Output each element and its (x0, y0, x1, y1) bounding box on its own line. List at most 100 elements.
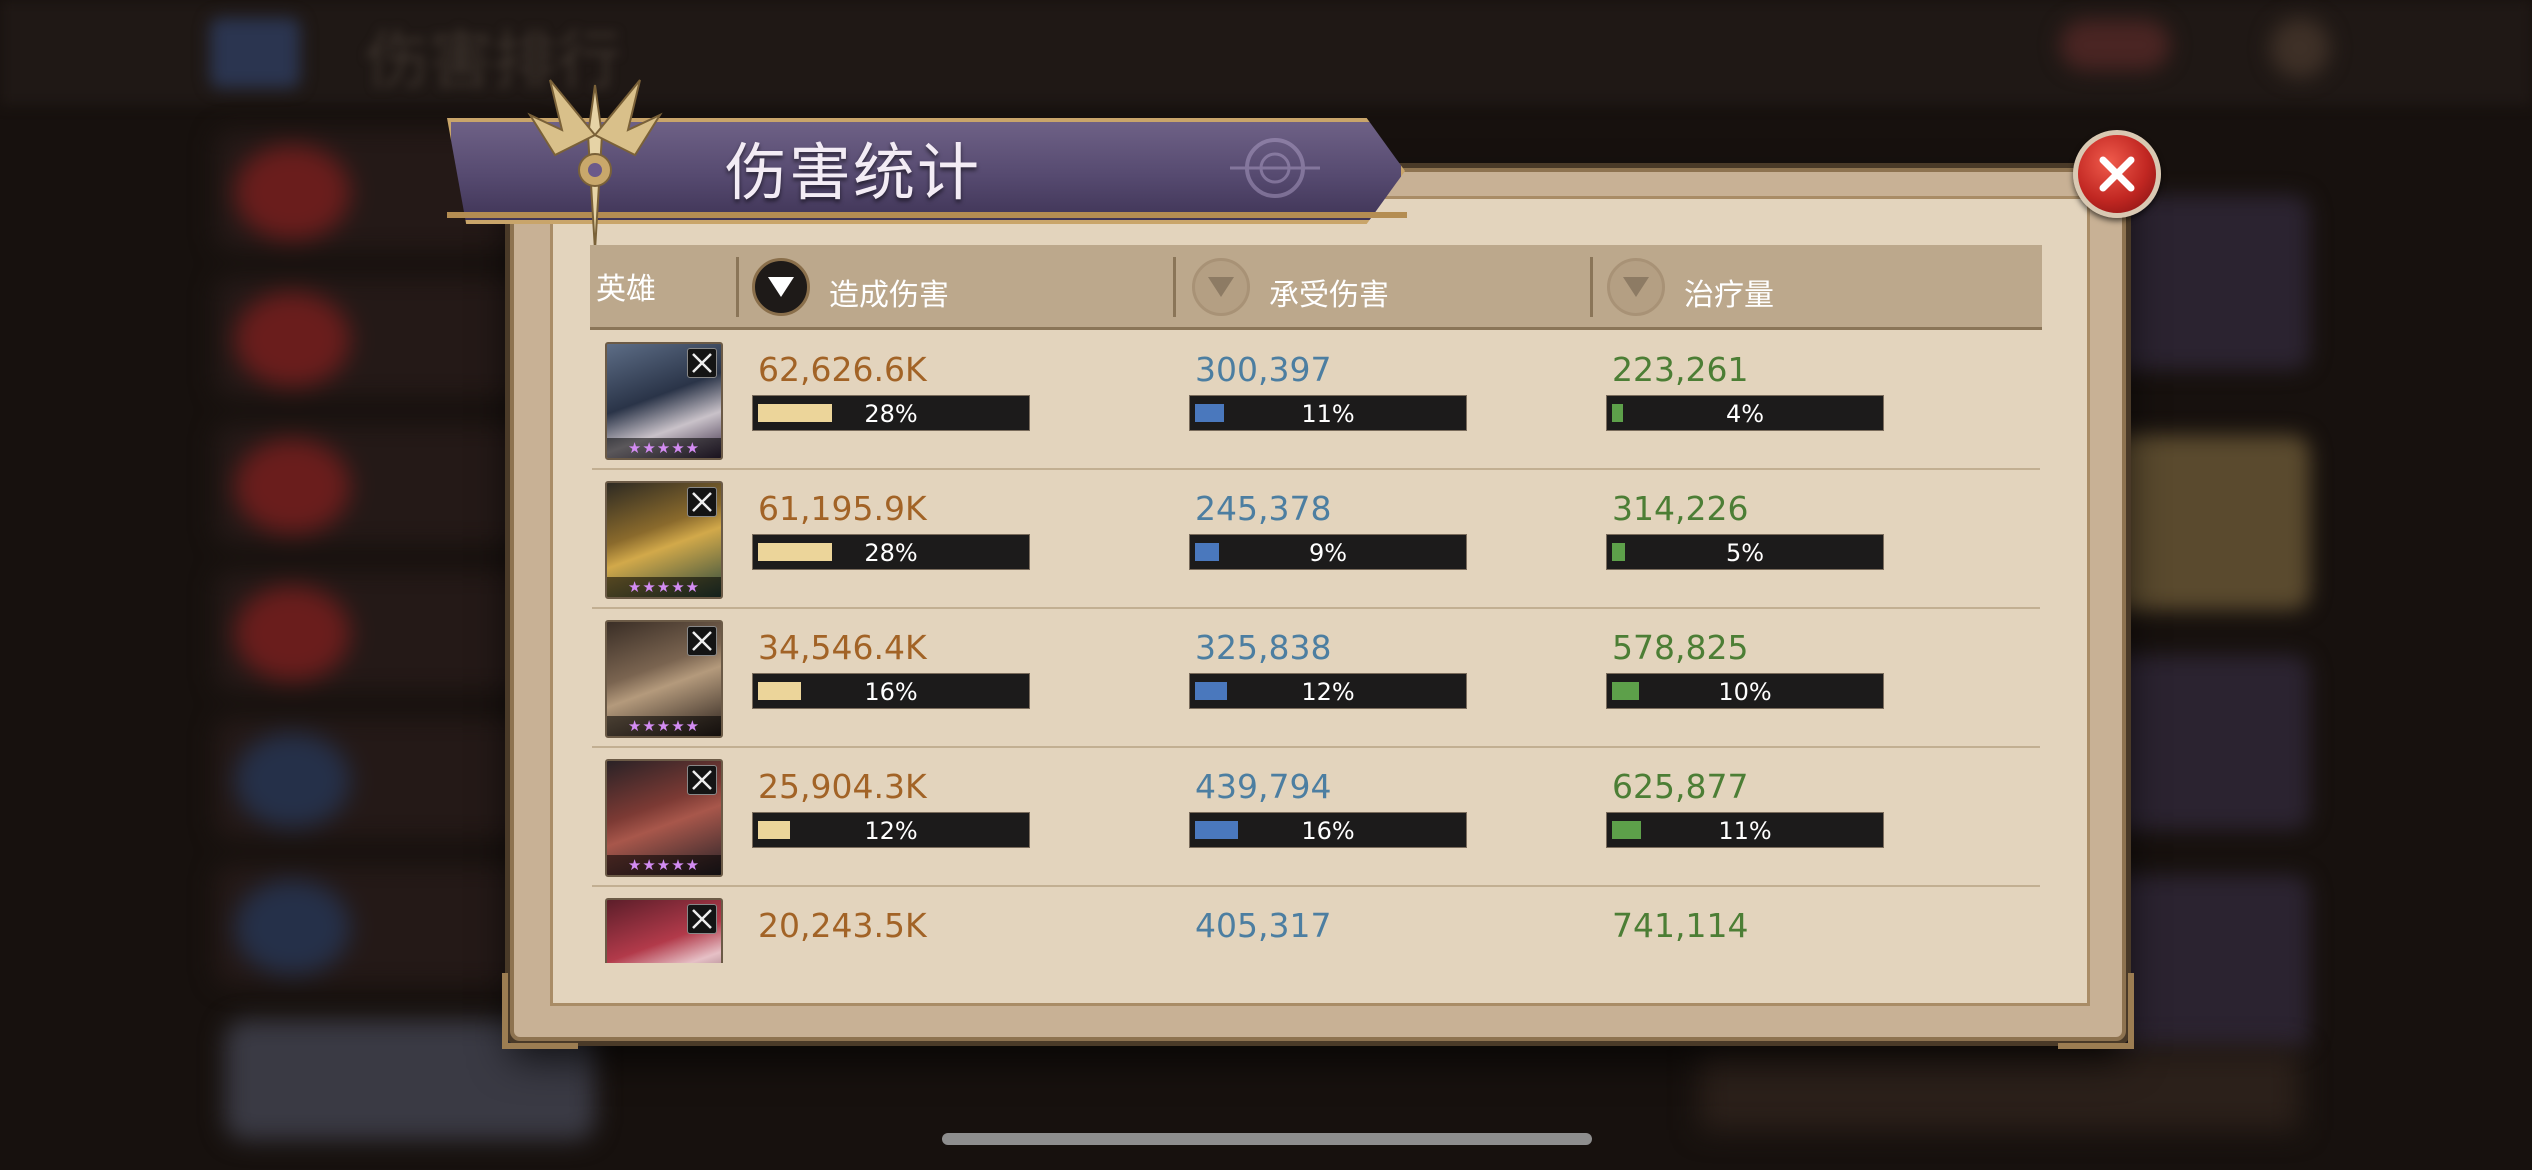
hero-portrait[interactable]: ★★★★★ (605, 759, 723, 877)
healing-value: 314,226 (1612, 489, 1749, 528)
header-damage-dealt: 造成伤害 (829, 278, 949, 313)
triangle-down-icon (768, 277, 794, 297)
dialog-title: 伤害统计 (725, 136, 982, 209)
damage-dealt-bar: 28% (752, 395, 1030, 431)
background-settings-icon (2270, 18, 2330, 78)
triangle-down-icon (1623, 277, 1649, 297)
damage-taken-percent: 11% (1301, 400, 1355, 428)
sort-toggle[interactable] (1607, 258, 1665, 316)
damage-dealt-bar: 28% (752, 534, 1030, 570)
healing-value: 625,877 (1612, 767, 1749, 806)
damage-dealt-cell: 62,626.6K 28% (752, 350, 1048, 431)
header-divider (1173, 257, 1176, 317)
damage-taken-bar: 12% (1189, 673, 1467, 709)
damage-dealt-percent: 28% (864, 539, 918, 567)
damage-dealt-value: 61,195.9K (758, 489, 927, 528)
healing-cell: 314,226 5% (1606, 489, 1902, 570)
banner-ornament-icon (1230, 138, 1320, 198)
damage-taken-value: 325,838 (1195, 628, 1332, 667)
crossed-arrows-class-icon (687, 487, 717, 517)
sort-toggle[interactable] (1192, 258, 1250, 316)
close-x-icon (2099, 156, 2135, 192)
hero-row[interactable]: ★★★★★ 62,626.6K 28% 300,397 11% 223,261 … (592, 330, 2040, 470)
background-side-panel (2110, 195, 2310, 1055)
damage-taken-bar: 16% (1189, 812, 1467, 848)
hero-stats-list[interactable]: ★★★★★ 62,626.6K 28% 300,397 11% 223,261 … (592, 330, 2040, 963)
damage-taken-cell: 405,317 (1195, 906, 1485, 946)
frame-corner-bottom-right (2058, 973, 2134, 1049)
healing-bar: 10% (1606, 673, 1884, 709)
damage-dealt-cell: 20,243.5K (758, 906, 1048, 946)
healing-percent: 10% (1718, 678, 1772, 706)
damage-dealt-percent: 16% (864, 678, 918, 706)
winged-sword-emblem-icon (527, 79, 663, 251)
background-back-button (210, 18, 300, 88)
header-healing: 治疗量 (1684, 278, 1774, 313)
damage-dealt-cell: 25,904.3K 12% (752, 767, 1048, 848)
header-divider (1590, 257, 1593, 317)
hero-portrait[interactable] (605, 898, 723, 963)
healing-value: 578,825 (1612, 628, 1749, 667)
healing-percent: 5% (1725, 539, 1765, 567)
damage-taken-value: 439,794 (1195, 767, 1332, 806)
damage-taken-value: 300,397 (1195, 350, 1332, 389)
crossed-arrows-class-icon (687, 626, 717, 656)
damage-dealt-cell: 61,195.9K 28% (752, 489, 1048, 570)
header-hero: 英雄 (596, 272, 656, 307)
damage-taken-cell: 325,838 12% (1189, 628, 1485, 709)
damage-taken-cell: 300,397 11% (1189, 350, 1485, 431)
hero-row[interactable]: 20,243.5K 405,317 741,114 (592, 886, 2040, 963)
hero-portrait[interactable]: ★★★★★ (605, 481, 723, 599)
damage-dealt-cell: 34,546.4K 16% (752, 628, 1048, 709)
healing-cell: 578,825 10% (1606, 628, 1902, 709)
home-indicator[interactable] (942, 1133, 1592, 1145)
healing-cell: 741,114 (1612, 906, 1902, 946)
damage-taken-value: 245,378 (1195, 489, 1332, 528)
header-damage-taken: 承受伤害 (1269, 278, 1389, 313)
hero-row[interactable]: ★★★★★ 61,195.9K 28% 245,378 9% 314,226 5… (592, 469, 2040, 609)
damage-dealt-value: 25,904.3K (758, 767, 927, 806)
damage-taken-percent: 12% (1301, 678, 1355, 706)
healing-value: 741,114 (1612, 906, 1749, 945)
crossed-arrows-class-icon (687, 348, 717, 378)
header-divider (736, 257, 739, 317)
background-hero-list (215, 130, 545, 1080)
damage-dealt-bar: 12% (752, 812, 1030, 848)
damage-taken-cell: 439,794 16% (1189, 767, 1485, 848)
frame-corner-bottom-left (502, 973, 578, 1049)
hero-stars: ★★★★★ (607, 438, 721, 458)
healing-bar: 4% (1606, 395, 1884, 431)
damage-taken-cell: 245,378 9% (1189, 489, 1485, 570)
healing-percent: 4% (1725, 400, 1765, 428)
sort-toggle-active[interactable] (752, 258, 810, 316)
damage-taken-percent: 16% (1301, 817, 1355, 845)
hero-row[interactable]: ★★★★★ 34,546.4K 16% 325,838 12% 578,825 … (592, 608, 2040, 748)
damage-dealt-value: 34,546.4K (758, 628, 927, 667)
damage-dealt-bar: 16% (752, 673, 1030, 709)
triangle-down-icon (1208, 277, 1234, 297)
hero-portrait[interactable]: ★★★★★ (605, 620, 723, 738)
healing-value: 223,261 (1612, 350, 1749, 389)
hero-stars: ★★★★★ (607, 577, 721, 597)
background-resource-counter (2060, 20, 2170, 70)
damage-taken-bar: 11% (1189, 395, 1467, 431)
damage-dealt-value: 62,626.6K (758, 350, 927, 389)
hero-row[interactable]: ★★★★★ 25,904.3K 12% 439,794 16% 625,877 … (592, 747, 2040, 887)
hero-portrait[interactable]: ★★★★★ (605, 342, 723, 460)
damage-dealt-percent: 28% (864, 400, 918, 428)
damage-taken-value: 405,317 (1195, 906, 1332, 945)
healing-cell: 223,261 4% (1606, 350, 1902, 431)
damage-dealt-percent: 12% (864, 817, 918, 845)
healing-cell: 625,877 11% (1606, 767, 1902, 848)
crossed-arrows-class-icon (687, 765, 717, 795)
damage-taken-percent: 9% (1308, 539, 1348, 567)
background-bottom-bar (1700, 1050, 2300, 1130)
healing-bar: 11% (1606, 812, 1884, 848)
damage-dealt-value: 20,243.5K (758, 906, 927, 945)
healing-bar: 5% (1606, 534, 1884, 570)
close-button[interactable] (2073, 130, 2161, 218)
damage-taken-bar: 9% (1189, 534, 1467, 570)
crossed-arrows-class-icon (687, 904, 717, 934)
healing-percent: 11% (1718, 817, 1772, 845)
hero-stars: ★★★★★ (607, 855, 721, 875)
